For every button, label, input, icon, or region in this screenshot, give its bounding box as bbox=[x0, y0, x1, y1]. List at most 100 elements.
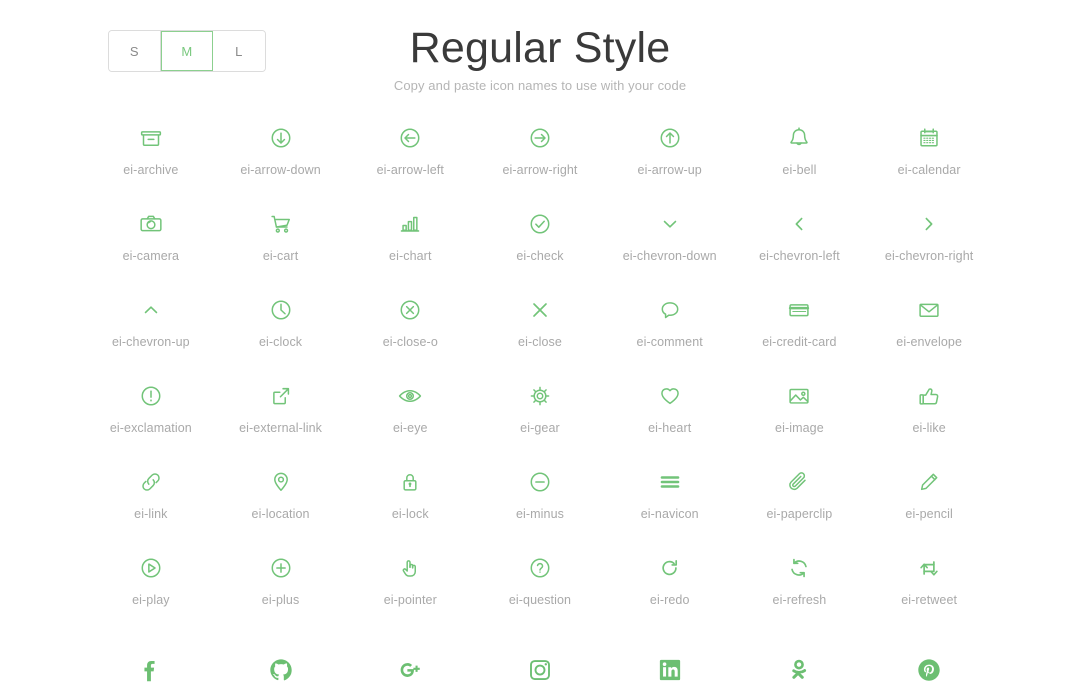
icon-cell[interactable]: ei-heart bbox=[605, 376, 735, 439]
icon-cell[interactable]: ei-image bbox=[735, 376, 865, 439]
icon-cell[interactable]: ei-minus bbox=[475, 462, 605, 525]
icon-name-label: ei-chevron-up bbox=[111, 335, 190, 349]
icon-cell[interactable]: ei-calendar bbox=[864, 118, 994, 181]
icon-cell[interactable]: ei-cart bbox=[216, 204, 346, 267]
social-icon-cell[interactable] bbox=[216, 640, 346, 700]
icon-cell[interactable]: ei-paperclip bbox=[735, 462, 865, 525]
icon-cell[interactable]: ei-archive bbox=[86, 118, 216, 181]
social-icon-cell[interactable] bbox=[605, 640, 735, 700]
icon-name-label: ei-heart bbox=[648, 421, 692, 435]
icon-cell[interactable]: ei-comment bbox=[605, 290, 735, 353]
icon-cell[interactable]: ei-navicon bbox=[605, 462, 735, 525]
icon-cell[interactable]: ei-arrow-left bbox=[345, 118, 475, 181]
icon-name-label: ei-exclamation bbox=[109, 421, 192, 435]
lock-icon bbox=[395, 462, 425, 502]
linkedin-icon bbox=[655, 649, 685, 691]
icon-grid: ei-archive ei-arrow-down ei-arrow-left ei-a… bbox=[86, 118, 994, 611]
icon-cell[interactable]: ei-question bbox=[475, 548, 605, 611]
pencil-icon bbox=[914, 462, 944, 502]
icon-cell[interactable]: ei-refresh bbox=[735, 548, 865, 611]
chart-icon bbox=[395, 204, 425, 244]
icon-name-label: ei-plus bbox=[261, 593, 300, 607]
clock-icon bbox=[266, 290, 296, 330]
bell-icon bbox=[784, 118, 814, 158]
icon-name-label: ei-credit-card bbox=[762, 335, 837, 349]
icon-name-label: ei-archive bbox=[123, 163, 179, 177]
icon-cell[interactable]: ei-chevron-left bbox=[735, 204, 865, 267]
icon-cell[interactable]: ei-like bbox=[864, 376, 994, 439]
icon-name-label: ei-lock bbox=[391, 507, 429, 521]
icon-cell[interactable]: ei-eye bbox=[345, 376, 475, 439]
icon-cell[interactable]: ei-clock bbox=[216, 290, 346, 353]
icon-cell[interactable]: ei-redo bbox=[605, 548, 735, 611]
icon-cell[interactable]: ei-close bbox=[475, 290, 605, 353]
icon-name-label: ei-paperclip bbox=[766, 507, 833, 521]
icon-cell[interactable]: ei-credit-card bbox=[735, 290, 865, 353]
icon-cell[interactable]: ei-external-link bbox=[216, 376, 346, 439]
icon-cell[interactable]: ei-chevron-up bbox=[86, 290, 216, 353]
icon-name-label: ei-gear bbox=[520, 421, 560, 435]
icon-name-label: ei-check bbox=[516, 249, 564, 263]
camera-icon bbox=[136, 204, 166, 244]
icon-name-label: ei-arrow-left bbox=[376, 163, 444, 177]
icon-name-label: ei-arrow-down bbox=[240, 163, 321, 177]
icon-name-label: ei-comment bbox=[636, 335, 703, 349]
icon-cell[interactable]: ei-check bbox=[475, 204, 605, 267]
close-circle-icon bbox=[395, 290, 425, 330]
facebook-icon bbox=[136, 649, 166, 691]
icon-name-label: ei-clock bbox=[258, 335, 303, 349]
icon-cell[interactable]: ei-play bbox=[86, 548, 216, 611]
archive-icon bbox=[136, 118, 166, 158]
social-icon-cell[interactable] bbox=[864, 640, 994, 700]
google-plus-icon bbox=[395, 649, 425, 691]
icon-cell[interactable]: ei-camera bbox=[86, 204, 216, 267]
location-pin-icon bbox=[266, 462, 296, 502]
social-icon-cell[interactable] bbox=[86, 640, 216, 700]
minus-circle-icon bbox=[525, 462, 555, 502]
icon-cell[interactable]: ei-chart bbox=[345, 204, 475, 267]
social-icon-cell[interactable] bbox=[475, 640, 605, 700]
icon-cell[interactable]: ei-bell bbox=[735, 118, 865, 181]
envelope-icon bbox=[914, 290, 944, 330]
calendar-icon bbox=[914, 118, 944, 158]
icon-name-label: ei-image bbox=[775, 421, 824, 435]
icon-cell[interactable]: ei-arrow-right bbox=[475, 118, 605, 181]
icon-cell[interactable]: ei-arrow-up bbox=[605, 118, 735, 181]
icon-cell[interactable]: ei-link bbox=[86, 462, 216, 525]
icon-cell[interactable]: ei-pencil bbox=[864, 462, 994, 525]
icon-cell[interactable]: ei-plus bbox=[216, 548, 346, 611]
icon-name-label: ei-close bbox=[518, 335, 562, 349]
image-icon bbox=[784, 376, 814, 416]
icon-name-label: ei-chevron-down bbox=[622, 249, 717, 263]
heart-icon bbox=[655, 376, 685, 416]
icon-cell[interactable]: ei-gear bbox=[475, 376, 605, 439]
social-icon-cell[interactable] bbox=[735, 640, 865, 700]
icon-cell[interactable]: ei-pointer bbox=[345, 548, 475, 611]
arrow-right-circle-icon bbox=[525, 118, 555, 158]
icon-cell[interactable]: ei-retweet bbox=[864, 548, 994, 611]
icon-name-label: ei-question bbox=[508, 593, 572, 607]
question-circle-icon bbox=[525, 548, 555, 588]
icon-cell[interactable]: ei-location bbox=[216, 462, 346, 525]
icon-name-label: ei-retweet bbox=[901, 593, 958, 607]
icon-cell[interactable]: ei-chevron-right bbox=[864, 204, 994, 267]
social-icon-cell[interactable] bbox=[345, 640, 475, 700]
icon-name-label: ei-bell bbox=[782, 163, 817, 177]
icon-cell[interactable]: ei-lock bbox=[345, 462, 475, 525]
icon-name-label: ei-external-link bbox=[239, 421, 322, 435]
icon-name-label: ei-envelope bbox=[896, 335, 962, 349]
retweet-icon bbox=[914, 548, 944, 588]
icon-cell[interactable]: ei-arrow-down bbox=[216, 118, 346, 181]
thumbs-up-icon bbox=[914, 376, 944, 416]
exclamation-circle-icon bbox=[136, 376, 166, 416]
icon-name-label: ei-close-o bbox=[382, 335, 438, 349]
pinterest-icon bbox=[914, 649, 944, 691]
page-subtitle: Copy and paste icon names to use with yo… bbox=[393, 78, 687, 93]
icon-name-label: ei-pointer bbox=[383, 593, 437, 607]
icon-cell[interactable]: ei-exclamation bbox=[86, 376, 216, 439]
icon-cell[interactable]: ei-chevron-down bbox=[605, 204, 735, 267]
icon-cell[interactable]: ei-envelope bbox=[864, 290, 994, 353]
icon-name-label: ei-cart bbox=[262, 249, 299, 263]
pointer-hand-icon bbox=[395, 548, 425, 588]
icon-cell[interactable]: ei-close-o bbox=[345, 290, 475, 353]
